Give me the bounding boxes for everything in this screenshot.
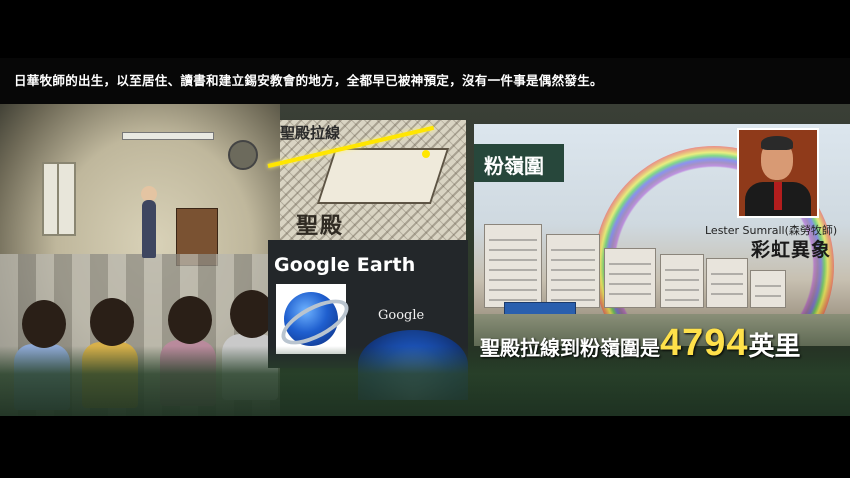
distance-number: 4794 (660, 322, 749, 364)
google-wordmark: Google (378, 308, 425, 323)
village-building (484, 224, 542, 308)
caption-text: 日華牧師的出生，以至居住、讀書和建立錫安教會的地方，全都早已被神預定，沒有一件事… (14, 73, 603, 88)
distance-statement: 聖殿拉線到粉嶺圍是4794英里 (480, 322, 801, 365)
portrait-hair (761, 136, 793, 150)
classroom-window (42, 162, 76, 236)
wall-fan-icon (228, 140, 258, 170)
distance-prefix: 聖殿拉線到粉嶺圍是 (480, 336, 660, 360)
portrait-tie (774, 182, 782, 210)
village-building (706, 258, 748, 308)
village-building (604, 248, 656, 308)
caption-bar: 日華牧師的出生，以至居住、讀書和建立錫安教會的地方，全都早已被神預定，沒有一件事… (0, 58, 850, 104)
google-earth-title: Google Earth (274, 254, 416, 276)
ceiling-lamp (122, 132, 214, 140)
village-building (750, 270, 786, 308)
village-building (660, 254, 704, 308)
fanling-tag: 粉嶺圍 (474, 144, 564, 182)
temple-title: 聖殿拉線 (280, 124, 341, 142)
temple-image: 聖殿拉線 聖殿 (280, 120, 466, 240)
teacher-figure (142, 200, 156, 258)
rainbow-vision-label: 彩虹異象 (751, 239, 832, 261)
temple-building (316, 148, 450, 204)
village-building (546, 234, 600, 308)
slide-stage: 聖殿拉線 聖殿 Google Earth Google 粉嶺圍 Lester S… (0, 104, 850, 416)
temple-marker-dot (422, 150, 430, 158)
lester-sumrall-portrait (737, 128, 819, 218)
student-3-head (168, 296, 212, 344)
fanling-tag-text: 粉嶺圍 (484, 154, 544, 178)
student-1-head (22, 300, 66, 348)
video-frame: 日華牧師的出生，以至居住、讀書和建立錫安教會的地方，全都早已被神預定，沒有一件事… (0, 0, 850, 478)
distance-unit: 英里 (748, 332, 801, 362)
temple-label: 聖殿 (296, 213, 345, 239)
student-2-head (90, 298, 134, 346)
google-earth-logo-icon (274, 284, 356, 354)
